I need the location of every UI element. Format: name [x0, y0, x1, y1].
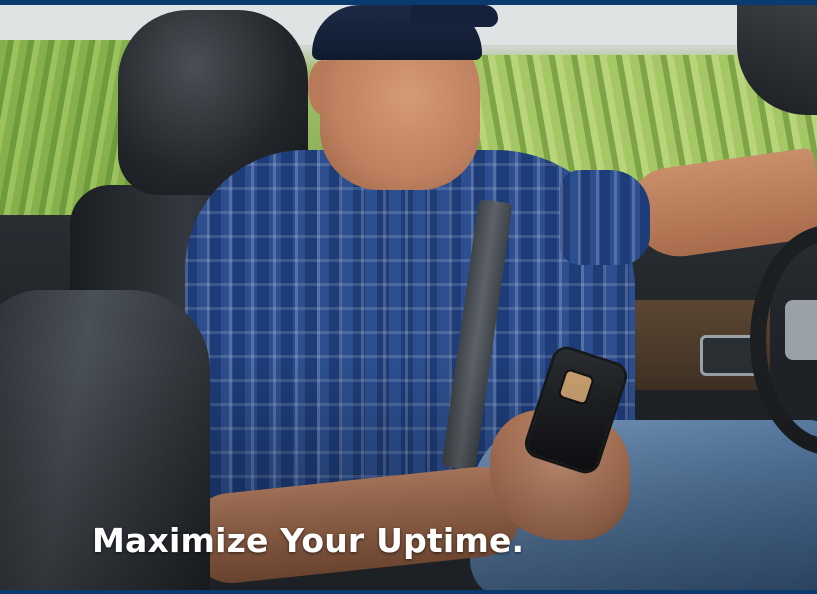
bottom-accent-bar	[0, 590, 817, 594]
headline: Maximize Your Uptime.	[92, 521, 525, 560]
shirt-sleeve	[560, 170, 650, 265]
phone-camera-icon	[557, 368, 596, 406]
steering-wheel-hub	[785, 300, 817, 360]
hero-photo: Maximize Your Uptime.	[0, 0, 817, 594]
cap-brim	[410, 5, 498, 27]
top-accent-bar	[0, 0, 817, 5]
